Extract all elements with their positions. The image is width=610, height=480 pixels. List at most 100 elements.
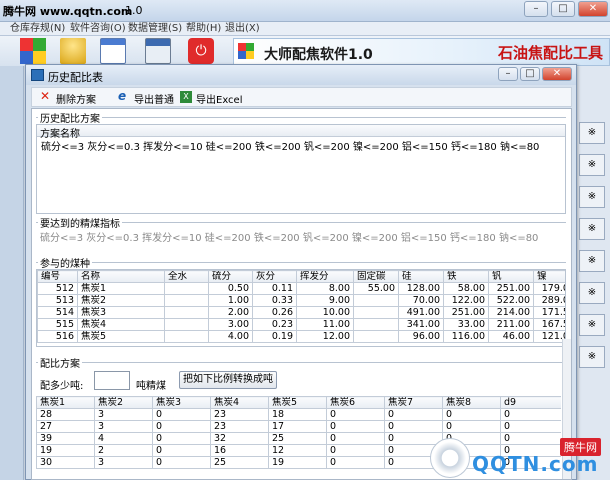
mix-table-cell: 0 <box>326 456 385 469</box>
dialog-close-button[interactable]: ✕ <box>542 67 572 81</box>
delete-plan-button[interactable]: 删除方案 <box>56 91 96 106</box>
menu-warehouse[interactable]: 仓库存规(N) <box>10 22 65 36</box>
coal-table-row[interactable]: 514 焦炭3 2.00 0.26 10.00 491.00 251.00 214.00 171… <box>37 306 565 319</box>
dialog-maximize-button[interactable]: □ <box>520 67 540 81</box>
main-title-bar: 腾牛网 www.qqtn.com 1.0 – □ ✕ <box>0 0 610 22</box>
mix-col-5[interactable]: 焦炭5 <box>268 396 327 409</box>
power-icon[interactable]: ⏻ <box>188 38 214 64</box>
coins-icon[interactable] <box>60 38 86 64</box>
logo-brand-badge: 腾牛网 <box>560 438 601 456</box>
side-button-1[interactable]: ※ <box>579 122 605 144</box>
mix-col-2[interactable]: 焦炭2 <box>94 396 153 409</box>
mix-table-cell: 0 <box>384 408 443 421</box>
coal-table-cell: 167.50 <box>533 318 565 331</box>
mix-table-cell: 0 <box>326 408 385 421</box>
mix-col-9[interactable]: d9 <box>500 396 561 409</box>
convert-to-tons-button[interactable]: 把如下比例转换成吨 <box>179 371 277 389</box>
coal-table-cell: 0.50 <box>208 282 253 295</box>
excel-icon[interactable]: X <box>180 91 192 103</box>
mix-table-cell: 0 <box>326 420 385 433</box>
side-button-2[interactable]: ※ <box>579 154 605 176</box>
main-close-button[interactable]: ✕ <box>578 1 608 17</box>
coal-table-cell: 33.00 <box>443 318 489 331</box>
coal-table-cell: 焦炭1 <box>77 282 165 295</box>
calendar-icon[interactable] <box>100 38 126 64</box>
mix-table-cell: 0 <box>500 408 561 421</box>
coal-table-cell: 焦炭4 <box>77 318 165 331</box>
export-excel-button[interactable]: 导出Excel <box>196 91 243 106</box>
mix-col-1[interactable]: 焦炭1 <box>36 396 95 409</box>
mix-table-cell: 4 <box>94 432 153 445</box>
coal-table-row[interactable]: 513焦炭2 1.000.339.00 70.00122.00522.00289.0… <box>37 294 565 307</box>
col-header-id[interactable]: 编号 <box>37 270 78 283</box>
coal-table-cell: 11.00 <box>296 318 354 331</box>
calculator-icon[interactable] <box>145 38 171 64</box>
ie-icon[interactable]: e <box>118 89 126 103</box>
export-normal-button[interactable]: 导出普通 <box>134 91 174 106</box>
coal-table-cell: 491.00 <box>398 306 444 319</box>
coal-table-cell: 58.00 <box>443 282 489 295</box>
mix-table-cell: 18 <box>268 408 327 421</box>
delete-icon[interactable]: ✕ <box>40 89 50 103</box>
coal-table-cell: 512 <box>37 282 78 295</box>
side-button-6[interactable]: ※ <box>579 282 605 304</box>
coal-legend: 参与的煤种 <box>38 255 92 270</box>
coal-table-cell: 251.00 <box>443 306 489 319</box>
mix-col-8[interactable]: 焦炭8 <box>442 396 501 409</box>
col-header-sulfur[interactable]: 硫分 <box>208 270 253 283</box>
mix-table-cell: 3 <box>94 456 153 469</box>
corner-watermark-logo: QQTN.com 腾牛网 <box>430 438 610 480</box>
side-button-3[interactable]: ※ <box>579 186 605 208</box>
amount-input[interactable] <box>94 371 130 390</box>
mix-table-cell: 2 <box>94 444 153 457</box>
col-header-name[interactable]: 名称 <box>77 270 165 283</box>
menu-exit[interactable]: 退出(X) <box>225 22 260 36</box>
col-header-ash[interactable]: 灰分 <box>252 270 297 283</box>
history-plan-row[interactable]: 硫分<=3 灰分<=0.3 挥发分<=10 硅<=200 铁<=200 钒<=2… <box>41 138 539 153</box>
coal-table-cell: 0.23 <box>252 318 297 331</box>
coal-table-cell: 焦炭3 <box>77 306 165 319</box>
side-button-8[interactable]: ※ <box>579 346 605 368</box>
coal-table-cell: 焦炭5 <box>77 330 165 343</box>
mix-table-cell: 28 <box>36 408 95 421</box>
col-header-v[interactable]: 钒 <box>488 270 534 283</box>
mix-table-cell: 0 <box>152 420 211 433</box>
coal-table-cell: 8.00 <box>296 282 354 295</box>
col-header-moisture[interactable]: 全水 <box>164 270 209 283</box>
side-button-4[interactable]: ※ <box>579 218 605 240</box>
main-maximize-button[interactable]: □ <box>551 1 575 17</box>
mix-col-7[interactable]: 焦炭7 <box>384 396 443 409</box>
mix-table-cell: 3 <box>94 408 153 421</box>
coal-table-cell: 9.00 <box>296 294 354 307</box>
history-dialog: 历史配比表 – □ ✕ ✕ 删除方案 e 导出普通 X 导出Excel 历史配比… <box>25 64 577 480</box>
mix-table-row[interactable]: 28 3 0 23 18 0 0 0 0 <box>36 408 561 421</box>
coal-table-cell: 513 <box>37 294 78 307</box>
coal-table-row[interactable]: 512 焦炭1 0.50 0.11 8.00 55.00 128.00 58.00 251.00… <box>37 282 565 295</box>
coal-table-cell <box>353 294 399 307</box>
menu-consult[interactable]: 软件咨询(O) <box>70 22 126 36</box>
grid-app-icon[interactable] <box>20 38 46 64</box>
coal-table-row[interactable]: 515 焦炭4 3.00 0.23 11.00 341.00 33.00 211.00 167.… <box>37 318 565 331</box>
mix-table-cell: 0 <box>152 432 211 445</box>
mix-table-row[interactable]: 27 3 0 23 17 0 0 0 0 <box>36 420 561 433</box>
menu-data[interactable]: 数据管理(S) <box>128 22 182 36</box>
mix-col-4[interactable]: 焦炭4 <box>210 396 269 409</box>
side-button-7[interactable]: ※ <box>579 314 605 336</box>
col-header-fe[interactable]: 铁 <box>443 270 489 283</box>
menu-help[interactable]: 帮助(H) <box>186 22 221 36</box>
col-header-fixed-carbon[interactable]: 固定碳 <box>353 270 399 283</box>
history-list[interactable]: 方案名称 硫分<=3 灰分<=0.3 挥发分<=10 硅<=200 铁<=200… <box>36 124 566 214</box>
col-header-si[interactable]: 硅 <box>398 270 444 283</box>
mix-table-cell: 25 <box>210 456 269 469</box>
dialog-minimize-button[interactable]: – <box>498 67 518 81</box>
mix-col-3[interactable]: 焦炭3 <box>152 396 211 409</box>
mix-table-cell: 23 <box>210 408 269 421</box>
coal-table-row[interactable]: 516焦炭54.000.1912.0096.00116.0046.00121.0… <box>37 330 565 343</box>
col-header-volatile[interactable]: 挥发分 <box>296 270 354 283</box>
main-minimize-button[interactable]: – <box>524 1 548 17</box>
mix-table-cell: 0 <box>326 444 385 457</box>
col-header-ni[interactable]: 镍 <box>533 270 565 283</box>
coal-table-cell: 10.00 <box>296 306 354 319</box>
side-button-5[interactable]: ※ <box>579 250 605 272</box>
mix-col-6[interactable]: 焦炭6 <box>326 396 385 409</box>
